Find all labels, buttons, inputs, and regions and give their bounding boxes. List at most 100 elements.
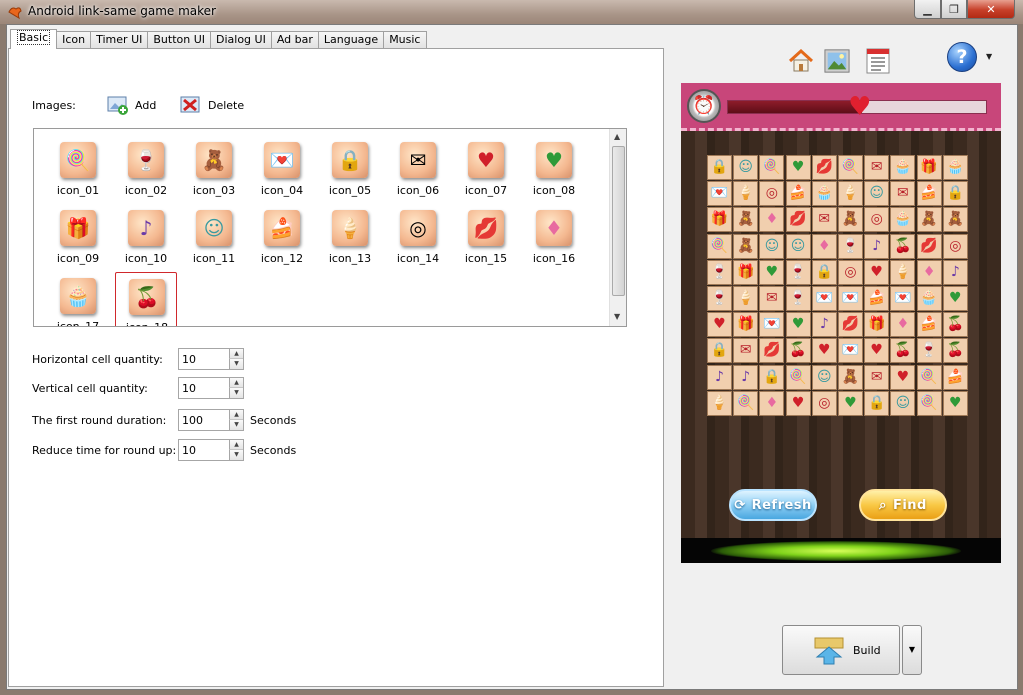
help-dropdown-icon[interactable]: ▼ (986, 52, 992, 61)
teddy-bear-icon: 🧸 (733, 207, 759, 233)
image-item[interactable]: 🍭 icon_01 (47, 136, 109, 197)
list-icon[interactable] (865, 48, 891, 74)
reduce-time-spinner[interactable]: 10 ▲ ▼ (178, 439, 244, 461)
refresh-icon: ⟳ (734, 497, 746, 513)
wine-glass-icon: 🍷 (707, 259, 732, 285)
envelope-icon: ✉ (864, 364, 890, 390)
rings-icon: ◎ (838, 259, 863, 285)
refresh-label: Refresh (751, 497, 812, 513)
minimize-icon[interactable]: ▁ (914, 0, 941, 19)
image-item[interactable]: 🍷 icon_02 (115, 136, 177, 197)
image-item-name: icon_01 (56, 184, 100, 197)
diamond-icon: ♦ (759, 390, 785, 416)
find-button[interactable]: ⌕ Find (859, 489, 947, 521)
image-list[interactable]: ▲ ▼ 🍭 icon_01 🍷 icon_02 🧸 icon_03 💌 icon_04 🔒 ico… (33, 128, 627, 327)
maximize-icon[interactable]: ❐ (941, 0, 967, 19)
tab-language[interactable]: Language (317, 31, 385, 49)
rings-icon: ◎ (759, 181, 785, 207)
tab-icon[interactable]: Icon (56, 31, 92, 49)
cupcake-icon: 🧁 (942, 155, 968, 180)
lock-icon: 🔒 (864, 390, 890, 416)
image-icon[interactable] (824, 48, 850, 74)
lock-icon: 🔒 (942, 181, 968, 207)
image-item[interactable]: 🎁 icon_09 (47, 204, 109, 265)
music-note-icon: ♪ (942, 259, 968, 285)
tab-ad-bar[interactable]: Ad bar (270, 31, 319, 49)
ice-cream-icon: 🍦 (332, 210, 368, 246)
heart-card-icon: 💌 (890, 286, 916, 311)
cupcake-icon: 🧁 (811, 181, 837, 207)
tab-button-ui[interactable]: Button UI (147, 31, 211, 49)
music-note-icon: ♪ (733, 364, 759, 390)
image-item[interactable]: ♥ icon_07 (455, 136, 517, 197)
teddy-bear-icon: 🧸 (942, 207, 968, 233)
image-item[interactable]: 🔒 icon_05 (319, 136, 381, 197)
lock-icon: 🔒 (332, 142, 368, 178)
spinner-up-icon[interactable]: ▲ (229, 440, 243, 450)
angel-icon: ☺ (733, 155, 759, 180)
angel-icon: ☺ (864, 181, 890, 207)
image-item[interactable]: ◎ icon_14 (387, 204, 449, 265)
angel-icon: ☺ (890, 390, 916, 416)
cake-icon: 🍰 (264, 210, 300, 246)
timer-progress: ♥ (727, 94, 987, 120)
image-item[interactable]: ♪ icon_10 (115, 204, 177, 265)
image-item-name: icon_05 (328, 184, 372, 197)
ice-cream-icon: 🍦 (890, 259, 916, 285)
heart-card-icon: 💌 (838, 286, 863, 311)
cupcake-icon: 🧁 (916, 286, 942, 311)
home-icon[interactable] (788, 48, 814, 74)
scroll-down-arrow-icon[interactable]: ▼ (614, 312, 620, 321)
heart-icon: ♥ (864, 259, 890, 285)
horizontal-qty-label: Horizontal cell quantity: (32, 353, 163, 366)
image-item[interactable]: 🍒 icon_18 (115, 272, 177, 326)
image-item[interactable]: 🍰 icon_12 (251, 204, 313, 265)
refresh-button[interactable]: ⟳ Refresh (729, 489, 817, 521)
image-item[interactable]: 🧸 icon_03 (183, 136, 245, 197)
lock-icon: 🔒 (811, 259, 837, 285)
spinner-up-icon[interactable]: ▲ (229, 349, 243, 359)
image-item[interactable]: ☺ icon_11 (183, 204, 245, 265)
vertical-qty-spinner[interactable]: 10 ▲ ▼ (178, 377, 244, 399)
image-item[interactable]: ✉ icon_06 (387, 136, 449, 197)
first-round-spinner[interactable]: 100 ▲ ▼ (178, 409, 244, 431)
image-item[interactable]: ♥ icon_08 (523, 136, 585, 197)
alarm-clock-icon: ⏰ (687, 89, 721, 123)
add-image-button[interactable]: Add (107, 95, 156, 115)
spinner-down-icon[interactable]: ▼ (229, 420, 243, 430)
image-item-name: icon_17 (56, 320, 100, 327)
image-list-scrollbar[interactable]: ▲ ▼ (609, 129, 626, 326)
spinner-down-icon[interactable]: ▼ (229, 359, 243, 369)
image-item[interactable]: 💌 icon_04 (251, 136, 313, 197)
delete-label: Delete (208, 98, 245, 112)
scroll-up-arrow-icon[interactable]: ▲ (614, 132, 620, 141)
spinner-up-icon[interactable]: ▲ (229, 378, 243, 388)
image-item[interactable]: 🍦 icon_13 (319, 204, 381, 265)
spinner-down-icon[interactable]: ▼ (229, 388, 243, 398)
spinner-down-icon[interactable]: ▼ (229, 450, 243, 460)
ice-cream-icon: 🍦 (707, 390, 732, 416)
horizontal-qty-spinner[interactable]: 10 ▲ ▼ (178, 348, 244, 370)
help-icon[interactable]: ? (947, 42, 977, 72)
build-button[interactable]: Build (782, 625, 900, 675)
scroll-thumb[interactable] (612, 146, 625, 296)
build-dropdown-icon[interactable]: ▼ (902, 625, 922, 675)
tab-basic[interactable]: Basic (10, 29, 58, 49)
heart-card-icon: 💌 (838, 338, 863, 364)
find-label: Find (892, 497, 927, 513)
image-item-name: icon_02 (124, 184, 168, 197)
image-item[interactable]: 💋 icon_15 (455, 204, 517, 265)
spinner-up-icon[interactable]: ▲ (229, 410, 243, 420)
close-icon[interactable]: ✕ (967, 0, 1015, 19)
tab-timer-ui[interactable]: Timer UI (90, 31, 149, 49)
envelope-icon: ✉ (759, 286, 785, 311)
heart-icon: ♥ (864, 338, 890, 364)
tab-dialog-ui[interactable]: Dialog UI (210, 31, 272, 49)
image-item[interactable]: 🧁 icon_17 (47, 272, 109, 327)
teddy-bear-icon: 🧸 (838, 207, 863, 233)
timer-fill (728, 101, 863, 113)
image-item[interactable]: ♦ icon_16 (523, 204, 585, 265)
delete-image-button[interactable]: Delete (180, 95, 244, 115)
tab-music[interactable]: Music (383, 31, 427, 49)
game-preview: ⏰ ♥ 🔒 ☺ 🍭 ♥ 💋 🍭 ✉ 🧁 🎁 🧁 💌 🍦 ◎ 🍰 🧁 🍦 ☺ ✉ 🍰 🔒 🎁 🧸 ♦ 💋 ✉ 🧸 ◎ 🧁 🧸 🧸 🍭 🧸 ☺ ☺ ♦ 🍷… (681, 83, 1001, 563)
